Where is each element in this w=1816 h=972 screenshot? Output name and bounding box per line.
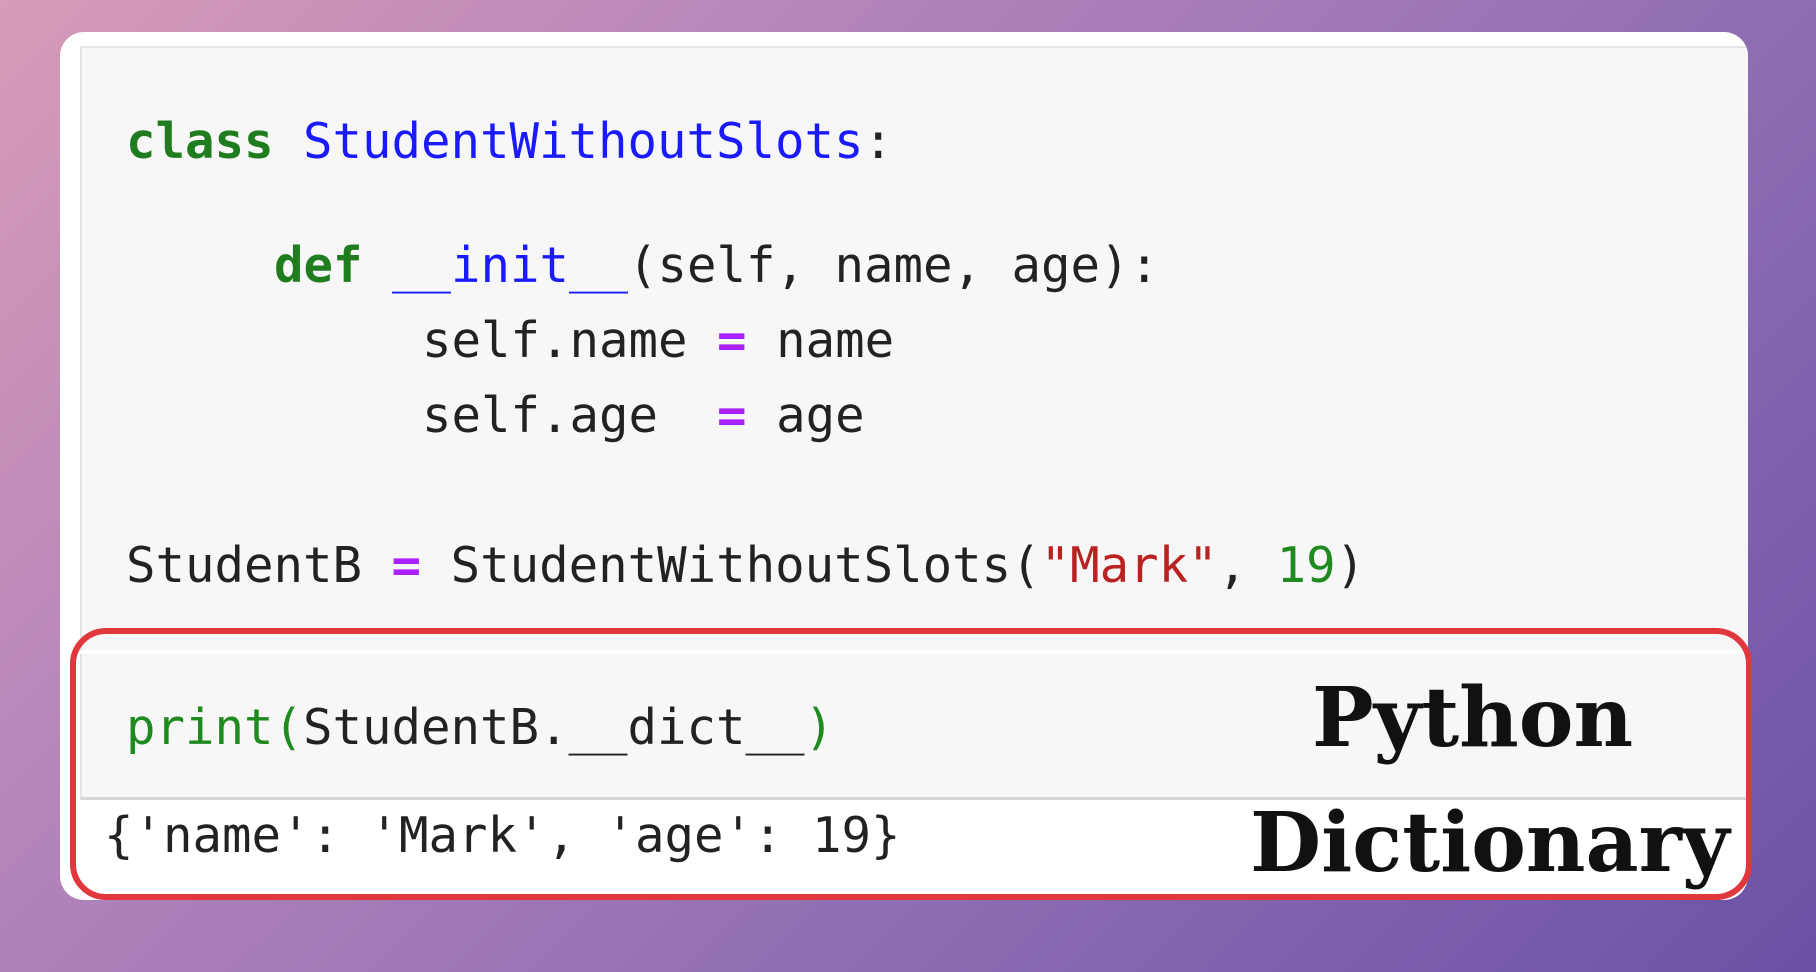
notebook-card: class StudentWithoutSlots: def __init__(… (60, 32, 1748, 900)
dictionary-label: Dictionary (1250, 795, 1730, 891)
instance-creation-line: StudentB = StudentWithoutSlots("Mark", 1… (126, 536, 1365, 596)
assign-operator: = (391, 537, 422, 594)
instance-variable: StudentB (126, 537, 363, 594)
init-definition-line: def __init__(self, name, age): (274, 236, 1159, 296)
class-colon: : (863, 113, 894, 170)
init-parameters: (self, name, age): (628, 237, 1160, 294)
argument-separator: , (1217, 537, 1277, 594)
assign-age-target: self.age (422, 387, 659, 444)
assign-name-line: self.name = name (422, 311, 894, 371)
init-method-name: __init__ (392, 237, 629, 294)
assign-operator: = (717, 312, 747, 369)
python-label: Python (1312, 670, 1634, 766)
print-function: print( (126, 699, 304, 756)
def-keyword: def (274, 237, 363, 294)
assign-age-line: self.age = age (422, 386, 865, 446)
print-close-paren: ) (804, 699, 835, 756)
assign-name-target: self.name (422, 312, 688, 369)
class-definition-line: class StudentWithoutSlots: (126, 112, 893, 172)
number-argument: 19 (1276, 537, 1336, 594)
assign-name-value: name (776, 312, 895, 369)
print-argument: StudentB.__dict__ (303, 699, 805, 756)
class-name: StudentWithoutSlots (303, 113, 864, 170)
assign-age-value: age (776, 387, 865, 444)
constructor-call: StudentWithoutSlots( (450, 537, 1041, 594)
close-paren: ) (1335, 537, 1366, 594)
output-text: {'name': 'Mark', 'age': 19} (104, 807, 901, 864)
print-line: print(StudentB.__dict__) (126, 698, 834, 758)
code-cell[interactable]: class StudentWithoutSlots: def __init__(… (80, 46, 1748, 650)
assign-operator: = (717, 387, 747, 444)
string-argument: "Mark" (1040, 537, 1218, 594)
class-keyword: class (126, 113, 274, 170)
